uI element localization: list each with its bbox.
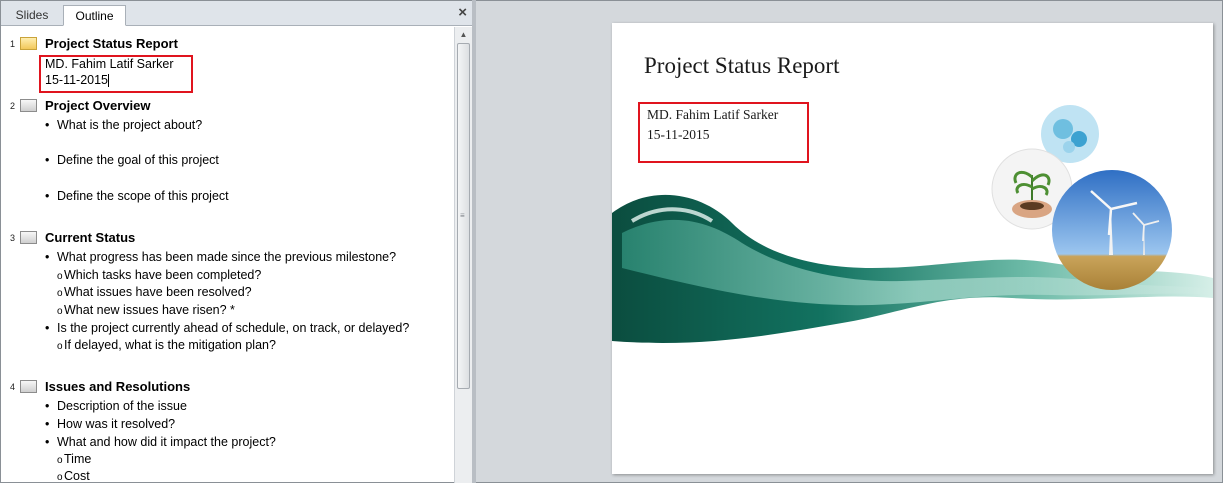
- scrollbar-thumb[interactable]: ≡: [457, 43, 470, 389]
- slide-thumbnail-icon[interactable]: [20, 37, 37, 50]
- outline-text-line-with-caret[interactable]: 15-11-2015: [45, 73, 110, 88]
- outline-bullet[interactable]: • How was it resolved?: [45, 417, 175, 431]
- outline-content[interactable]: 1 Project Status Report MD. Fahim Latif …: [1, 27, 454, 483]
- slide-canvas[interactable]: Project Status Report MD. Fahim Latif Sa…: [612, 23, 1213, 474]
- slide-title[interactable]: Project Overview: [45, 98, 151, 113]
- outline-bullet[interactable]: • Is the project currently ahead of sched…: [45, 321, 409, 335]
- grip-icon: ≡: [460, 211, 465, 220]
- slide-thumbnail-icon[interactable]: [20, 99, 37, 112]
- slide-author-text[interactable]: MD. Fahim Latif Sarker: [647, 107, 778, 123]
- text-caret: [108, 74, 110, 88]
- close-icon[interactable]: ×: [458, 5, 467, 20]
- slide-number: 4: [10, 382, 16, 392]
- outline-bullet[interactable]: • Define the scope of this project: [45, 189, 229, 203]
- outline-sub-bullet[interactable]: oIf delayed, what is the mitigation plan…: [57, 338, 276, 352]
- slide-number: 2: [10, 101, 16, 111]
- outline-bullet[interactable]: • What progress has been made since the p…: [45, 250, 396, 264]
- slide-thumbnail-icon[interactable]: [20, 231, 37, 244]
- slide-number: 1: [10, 39, 16, 49]
- wind-turbines-photo: [1052, 170, 1172, 290]
- scroll-up-arrow-icon[interactable]: ▲: [455, 27, 472, 43]
- outline-pane: Slides Outline × 1 Project Status Report…: [0, 0, 473, 483]
- tab-slides[interactable]: Slides: [3, 5, 61, 26]
- slide-number: 3: [10, 233, 16, 243]
- outline-sub-bullet[interactable]: oWhat issues have been resolved?: [57, 285, 252, 299]
- slide-thumbnail-icon[interactable]: [20, 380, 37, 393]
- slide-title[interactable]: Project Status Report: [45, 36, 178, 51]
- outline-text-line[interactable]: MD. Fahim Latif Sarker: [45, 57, 174, 71]
- slide-title[interactable]: Issues and Resolutions: [45, 379, 190, 394]
- slide-title-placeholder[interactable]: Project Status Report: [644, 53, 839, 79]
- outline-sub-bullet[interactable]: oWhat new issues have risen? *: [57, 303, 235, 317]
- outline-sub-bullet[interactable]: oTime: [57, 452, 91, 466]
- outline-sub-bullet[interactable]: oCost: [57, 469, 90, 483]
- vertical-scrollbar[interactable]: ▲ ≡: [454, 27, 472, 483]
- slide-title[interactable]: Current Status: [45, 230, 135, 245]
- slide-editing-area: Project Status Report MD. Fahim Latif Sa…: [476, 0, 1223, 483]
- outline-bullet[interactable]: • What and how did it impact the project?: [45, 435, 276, 449]
- tab-outline[interactable]: Outline: [63, 5, 126, 26]
- outline-bullet[interactable]: • Define the goal of this project: [45, 153, 219, 167]
- outline-bullet[interactable]: • What is the project about?: [45, 118, 202, 132]
- slide-date-text[interactable]: 15-11-2015: [647, 127, 710, 143]
- outline-sub-bullet[interactable]: oWhich tasks have been completed?: [57, 268, 261, 282]
- pane-tab-bar: Slides Outline ×: [1, 1, 473, 26]
- outline-bullet[interactable]: • Description of the issue: [45, 399, 187, 413]
